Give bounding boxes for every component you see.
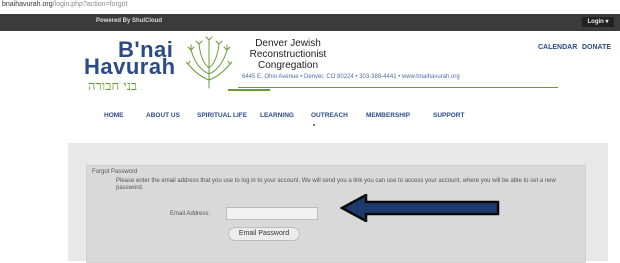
org-address: 6445 E. Ohio Avenue • Denver, CO 80224 •…: [242, 74, 460, 80]
nav-spiritual-life[interactable]: SPIRITUAL LIFE: [197, 112, 247, 119]
login-button[interactable]: Login ▾: [582, 17, 614, 27]
url-domain: bnaihavurah.org: [2, 1, 53, 8]
brand-underline: [228, 89, 270, 91]
site-top-bar: Powered By ShulCloud Login ▾: [0, 14, 620, 31]
calendar-link[interactable]: CALENDAR: [538, 44, 577, 51]
page-url[interactable]: bnaihavurah.org/login.php?action=forgot: [2, 1, 128, 8]
congregation-line-3: Congregation: [257, 60, 319, 71]
nav-active-indicator: [313, 124, 315, 126]
nav-home[interactable]: HOME: [104, 112, 124, 119]
powered-by-text: Powered By ShulCloud: [96, 18, 163, 24]
nav-about-us[interactable]: ABOUT US: [146, 112, 180, 119]
nav-outreach[interactable]: OUTREACH: [311, 112, 348, 119]
menorah-tree-icon: [186, 36, 232, 89]
header-divider: [238, 87, 558, 88]
congregation-line-2: Reconstructionist: [249, 49, 327, 60]
congregation-name: Denver Jewish Reconstructionist Congrega…: [238, 38, 338, 71]
email-address-input[interactable]: [226, 207, 318, 220]
nav-membership[interactable]: MEMBERSHIP: [366, 112, 410, 119]
nav-support[interactable]: SUPPORT: [433, 112, 464, 119]
brand-hebrew: בני חבורה: [88, 79, 138, 94]
forgot-password-title: Forgot Password: [92, 169, 138, 175]
donate-link[interactable]: DONATE: [582, 44, 611, 51]
email-password-button[interactable]: Email Password: [228, 227, 300, 241]
left-arrow-icon: [340, 194, 500, 222]
email-address-label: Email Address:: [170, 211, 211, 217]
url-path: /login.php?action=forgot: [52, 1, 128, 8]
nav-learning[interactable]: LEARNING: [260, 112, 294, 119]
browser-address-bar[interactable]: bnaihavurah.org/login.php?action=forgot: [0, 0, 620, 13]
brand-line-2: Havurah: [84, 54, 176, 79]
forgot-password-instructions: Please enter the email address that you …: [116, 178, 556, 191]
congregation-line-1: Denver Jewish: [255, 38, 321, 49]
